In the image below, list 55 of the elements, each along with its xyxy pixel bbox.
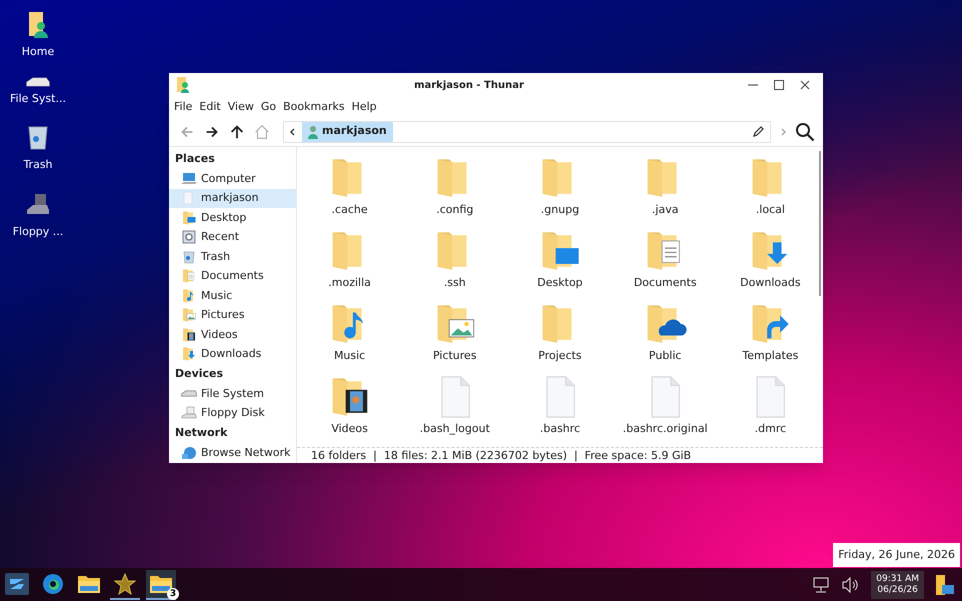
file-name[interactable]: .cache	[332, 202, 368, 218]
sidebar-item[interactable]: Recent	[169, 228, 296, 247]
path-button[interactable]: markjason	[302, 122, 393, 142]
desktop-icon-label[interactable]: Floppy ...	[12, 224, 64, 240]
file-name[interactable]: Templates	[742, 348, 798, 364]
menu-item[interactable]: Bookmarks	[282, 98, 346, 116]
window-title: markjason - Thunar	[413, 78, 525, 92]
sidebar-heading: Network	[174, 424, 228, 441]
file-name[interactable]: Videos	[331, 421, 368, 438]
file-name[interactable]: .bash_logout	[420, 421, 490, 438]
file-name[interactable]: Music	[334, 348, 366, 364]
menu-item[interactable]: Help	[350, 98, 378, 116]
menu-item[interactable]: File	[173, 98, 194, 116]
file-name[interactable]: .config	[436, 202, 474, 218]
file-name[interactable]: .ssh	[444, 275, 466, 292]
sidebar-item[interactable]: Videos	[169, 325, 296, 344]
file-name[interactable]: Desktop	[537, 275, 583, 292]
menu-item[interactable]: Edit	[198, 98, 222, 116]
sidebar-item[interactable]: Browse Network	[169, 443, 296, 462]
desktop-icon-label[interactable]: File Syst...	[10, 90, 66, 107]
clock[interactable]: 09:31 AM 06/26/26	[871, 570, 924, 598]
date-tooltip: Friday, 26 June, 2026	[833, 543, 960, 567]
file-name[interactable]: .java	[652, 202, 678, 218]
sidebar-item[interactable]: Floppy Disk	[169, 404, 296, 423]
file-name[interactable]: .dmrc	[754, 421, 786, 438]
desktop-icon-label[interactable]: Home	[22, 44, 54, 60]
sidebar-item[interactable]: Downloads	[169, 344, 296, 364]
file-name[interactable]: .gnupg	[540, 202, 580, 218]
taskbar-app-button[interactable]: 3	[146, 570, 176, 600]
clock-time: 09:31 AM	[876, 574, 919, 584]
sidebar-item[interactable]: Computer	[169, 169, 296, 188]
sidebar-item[interactable]: File System	[169, 384, 296, 404]
desktop-icon-label[interactable]: Trash	[23, 157, 53, 174]
sidebar-item[interactable]: Desktop	[169, 208, 296, 228]
clock-date: 06/26/26	[877, 584, 918, 596]
status-bar: 16 folders | 18 files: 2.1 MiB (2236702 bytes) | Free space: 5.9 GiB	[297, 447, 823, 464]
sidebar-item[interactable]: Trash	[169, 247, 296, 266]
file-name[interactable]: Pictures	[433, 348, 477, 364]
file-name[interactable]: Public	[648, 348, 682, 364]
sidebar-item[interactable]: Documents	[169, 266, 296, 286]
file-name[interactable]: .bashrc	[540, 421, 580, 438]
menu-item[interactable]: Go	[260, 98, 278, 116]
window-count-badge: 3	[167, 588, 179, 600]
file-name[interactable]: .bashrc.original	[622, 421, 708, 438]
file-name[interactable]: Documents	[634, 275, 697, 292]
sidebar-heading: Devices	[174, 366, 224, 382]
file-name[interactable]: Downloads	[740, 275, 801, 292]
file-name[interactable]: .mozilla	[328, 275, 371, 292]
sidebar-item[interactable]: Music	[169, 286, 296, 306]
sidebar-heading: Places	[174, 150, 216, 167]
sidebar-item[interactable]: Pictures	[169, 306, 296, 325]
file-name[interactable]: Projects	[538, 348, 582, 364]
menu-item[interactable]: View	[226, 98, 255, 116]
file-name[interactable]: .local	[756, 202, 785, 218]
sidebar-item[interactable]: markjason	[169, 188, 296, 208]
